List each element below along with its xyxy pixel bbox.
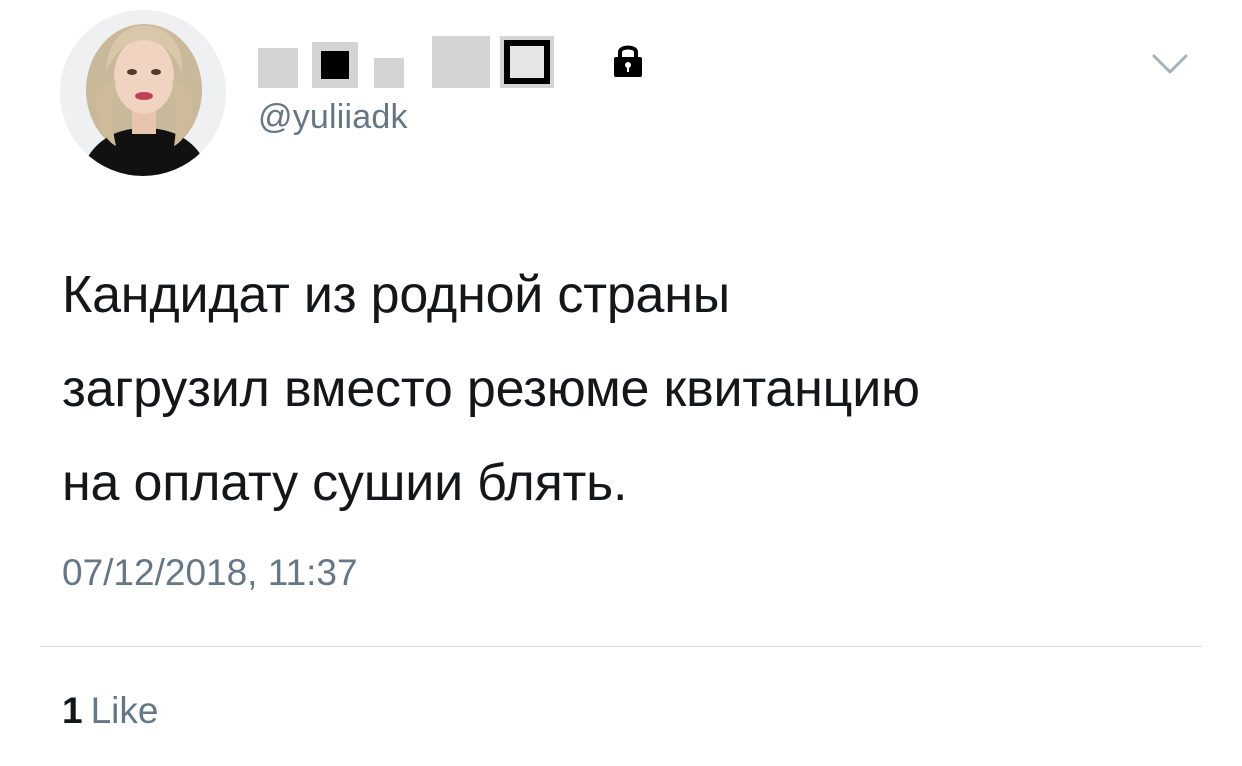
redaction-block bbox=[500, 36, 554, 88]
chevron-down-icon[interactable] bbox=[1150, 50, 1190, 78]
tweet-timestamp[interactable]: 07/12/2018, 11:37 bbox=[62, 552, 358, 594]
display-name-redacted[interactable] bbox=[258, 36, 554, 88]
likes-label: Like bbox=[90, 690, 159, 731]
likes-count: 1 bbox=[62, 690, 83, 731]
redaction-block bbox=[258, 48, 298, 88]
tweet-text: Кандидат из родной страны загрузил вмест… bbox=[62, 266, 920, 512]
tweet-card: @yuliiadk Кандидат из родной страны загр… bbox=[0, 0, 1242, 766]
user-handle[interactable]: @yuliiadk bbox=[258, 98, 408, 137]
lock-icon bbox=[614, 45, 642, 77]
avatar[interactable] bbox=[60, 10, 226, 176]
divider bbox=[40, 646, 1202, 647]
redaction-block bbox=[432, 36, 490, 88]
likes-stat[interactable]: 1 Like bbox=[62, 690, 158, 732]
avatar-photo bbox=[60, 10, 226, 176]
redaction-block bbox=[374, 58, 404, 88]
redaction-block bbox=[312, 42, 358, 88]
